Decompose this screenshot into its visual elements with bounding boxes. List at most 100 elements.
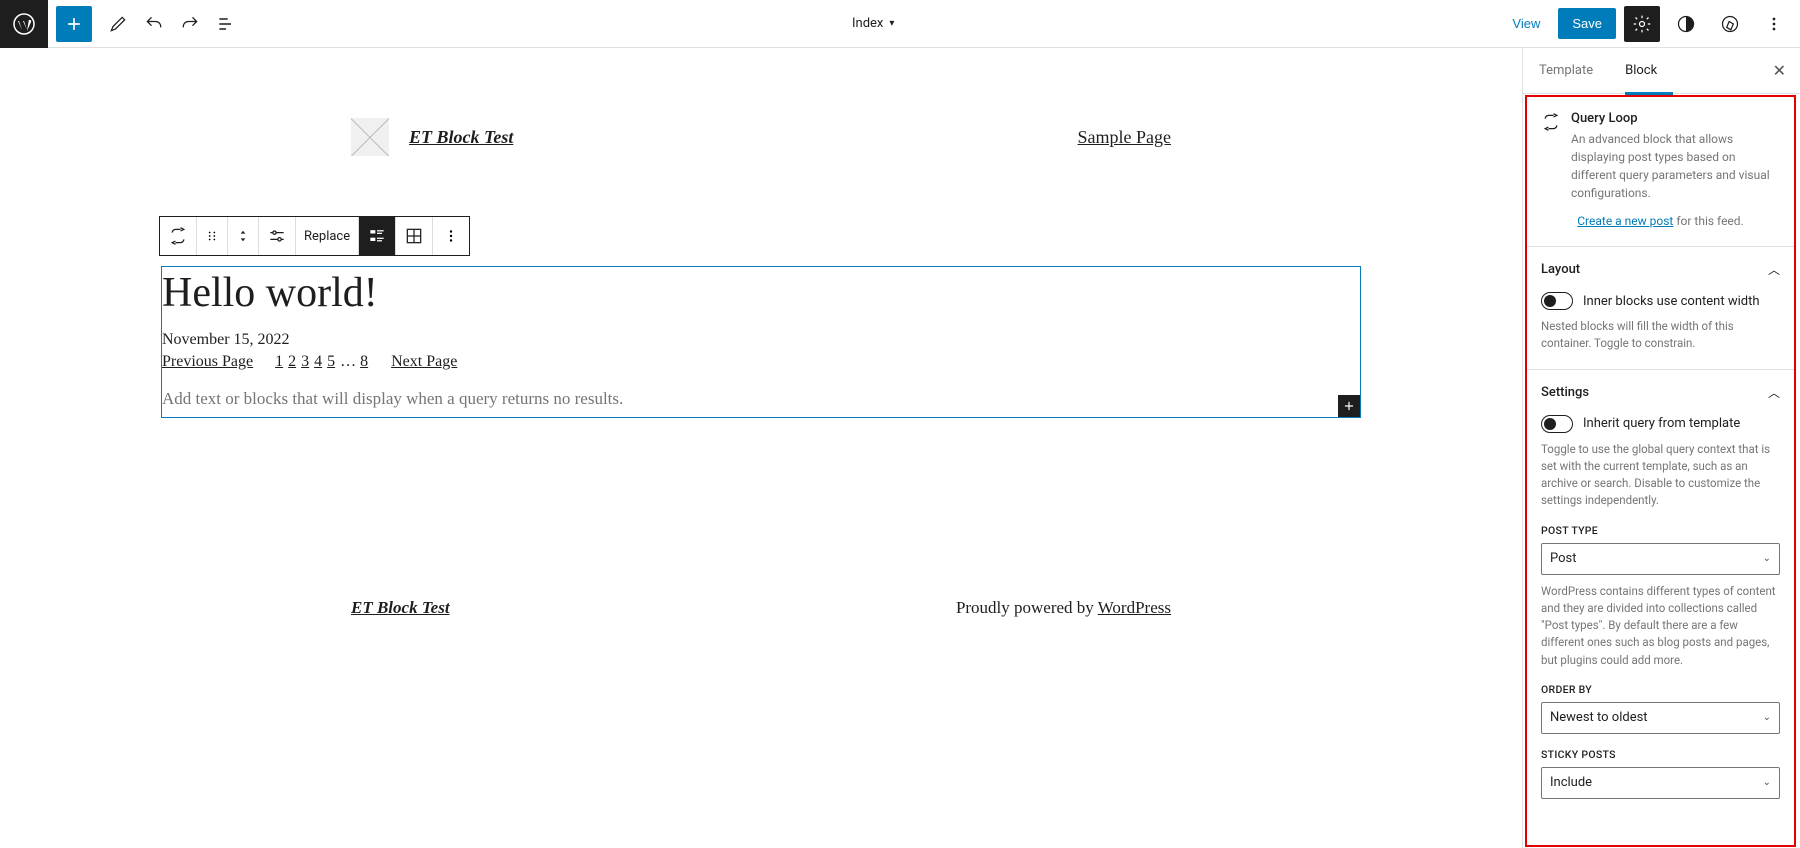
gear-icon xyxy=(1632,14,1652,34)
save-button[interactable]: Save xyxy=(1558,8,1616,39)
toolbar-left xyxy=(48,6,244,42)
kebab-icon xyxy=(1764,14,1784,34)
page-num[interactable]: 8 xyxy=(360,353,368,370)
block-more-button[interactable] xyxy=(433,217,469,255)
page-num[interactable]: 2 xyxy=(288,353,296,370)
site-header: ET Block Test Sample Page xyxy=(161,118,1361,156)
main-row: ET Block Test Sample Page xyxy=(0,48,1800,848)
page-ellipsis: … xyxy=(340,353,356,370)
block-type-button[interactable] xyxy=(160,217,197,255)
drag-icon xyxy=(205,229,219,243)
sidebar-tabs: Template Block ✕ xyxy=(1523,48,1800,94)
styles-button[interactable] xyxy=(1668,6,1704,42)
template-selector[interactable]: Index ▾ xyxy=(244,16,1502,31)
layout-panel: Layout ︿ Inner blocks use content width … xyxy=(1527,247,1794,370)
top-toolbar: Index ▾ View Save xyxy=(0,0,1800,48)
order-by-select[interactable]: Newest to oldest⌄ xyxy=(1541,702,1780,734)
updown-icon xyxy=(236,227,250,245)
chevron-down-icon: ⌄ xyxy=(1763,712,1771,723)
block-toolbar: Replace xyxy=(159,216,470,256)
replace-button[interactable]: Replace xyxy=(296,217,359,255)
page-numbers: 1 2 3 4 5 … 8 xyxy=(275,353,373,370)
wordpress-link[interactable]: WordPress xyxy=(1098,598,1171,617)
settings-sidebar: Template Block ✕ Query Loop An advanced … xyxy=(1522,48,1800,848)
block-settings-panel: Query Loop An advanced block that allows… xyxy=(1525,95,1796,847)
layout-help: Nested blocks will fill the width of thi… xyxy=(1541,318,1780,353)
display-list-button[interactable] xyxy=(359,217,396,255)
site-footer: ET Block Test Proudly powered by WordPre… xyxy=(161,598,1361,618)
undo-button[interactable] xyxy=(136,6,172,42)
template-label: Index xyxy=(852,16,883,31)
redo-icon xyxy=(180,14,200,34)
site-logo-placeholder[interactable] xyxy=(351,118,389,156)
sliders-icon xyxy=(267,226,287,246)
add-block-inside-button[interactable] xyxy=(1338,395,1360,417)
canvas-inner: ET Block Test Sample Page xyxy=(161,118,1361,618)
redo-button[interactable] xyxy=(172,6,208,42)
block-description: An advanced block that allows displaying… xyxy=(1571,130,1780,202)
order-by-label: Order By xyxy=(1541,683,1780,696)
page-num[interactable]: 3 xyxy=(301,353,309,370)
post-type-help: WordPress contains different types of co… xyxy=(1541,583,1780,669)
toggle-label: Inherit query from template xyxy=(1583,416,1740,431)
list-icon xyxy=(216,14,236,34)
nav-sample-page[interactable]: Sample Page xyxy=(1078,127,1361,148)
create-post-row: Create a new post for this feed. xyxy=(1541,202,1780,230)
page-num[interactable]: 4 xyxy=(314,353,322,370)
sticky-posts-select[interactable]: Include⌄ xyxy=(1541,767,1780,799)
contrast-icon xyxy=(1676,14,1696,34)
toolbar-right: View Save xyxy=(1502,6,1800,42)
chevron-down-icon: ⌄ xyxy=(1763,777,1771,788)
sticky-posts-label: Sticky Posts xyxy=(1541,748,1780,761)
block-name: Query Loop xyxy=(1571,111,1780,126)
page-num[interactable]: 5 xyxy=(327,353,335,370)
close-sidebar-button[interactable]: ✕ xyxy=(1759,61,1800,80)
display-grid-button[interactable] xyxy=(396,217,433,255)
pagination: Previous Page 1 2 3 4 5 … 8 Next Page xyxy=(162,351,1360,377)
undo-icon xyxy=(144,14,164,34)
chevron-down-icon: ▾ xyxy=(889,18,894,29)
tab-template[interactable]: Template xyxy=(1523,48,1609,94)
post-type-select[interactable]: Post⌄ xyxy=(1541,543,1780,575)
editor-canvas[interactable]: ET Block Test Sample Page xyxy=(0,48,1522,848)
no-results-placeholder[interactable]: Add text or blocks that will display whe… xyxy=(162,377,1360,417)
inner-blocks-width-toggle[interactable] xyxy=(1541,292,1573,310)
block-header-panel: Query Loop An advanced block that allows… xyxy=(1527,97,1794,247)
settings-panel: Settings ︿ Inherit query from template T… xyxy=(1527,370,1794,815)
more-options-button[interactable] xyxy=(1756,6,1792,42)
settings-slider-button[interactable] xyxy=(259,217,296,255)
site-title[interactable]: ET Block Test xyxy=(409,127,513,148)
settings-header[interactable]: Settings ︿ xyxy=(1541,384,1780,401)
chevron-down-icon: ⌄ xyxy=(1763,553,1771,564)
compass-icon xyxy=(1720,14,1740,34)
drag-handle[interactable] xyxy=(197,217,228,255)
plus-icon xyxy=(1342,399,1356,413)
move-updown-button[interactable] xyxy=(228,217,259,255)
edit-mode-button[interactable] xyxy=(100,6,136,42)
page-num[interactable]: 1 xyxy=(275,353,283,370)
footer-credit: Proudly powered by WordPress xyxy=(956,598,1361,618)
query-loop-block[interactable]: Hello world! November 15, 2022 Previous … xyxy=(161,266,1361,418)
app-root: Index ▾ View Save xyxy=(0,0,1800,848)
plus-icon xyxy=(64,14,84,34)
view-button[interactable]: View xyxy=(1502,10,1550,37)
post-date[interactable]: November 15, 2022 xyxy=(162,317,1360,351)
tab-block[interactable]: Block xyxy=(1609,48,1673,94)
inherit-query-toggle[interactable] xyxy=(1541,415,1573,433)
prev-page-link[interactable]: Previous Page xyxy=(162,353,253,370)
add-block-button[interactable] xyxy=(56,6,92,42)
next-page-link[interactable]: Next Page xyxy=(391,353,457,370)
list-layout-icon xyxy=(367,226,387,246)
create-new-post-link[interactable]: Create a new post xyxy=(1577,214,1673,228)
pencil-icon xyxy=(108,14,128,34)
help-button[interactable] xyxy=(1712,6,1748,42)
list-view-button[interactable] xyxy=(208,6,244,42)
layout-header[interactable]: Layout ︿ xyxy=(1541,261,1780,278)
grid-layout-icon xyxy=(404,226,424,246)
settings-button[interactable] xyxy=(1624,6,1660,42)
post-title[interactable]: Hello world! xyxy=(162,267,1360,317)
footer-site-title[interactable]: ET Block Test xyxy=(161,598,450,618)
query-loop-icon xyxy=(1541,111,1561,202)
wordpress-logo[interactable] xyxy=(0,0,48,48)
site-header-left: ET Block Test xyxy=(161,118,513,156)
